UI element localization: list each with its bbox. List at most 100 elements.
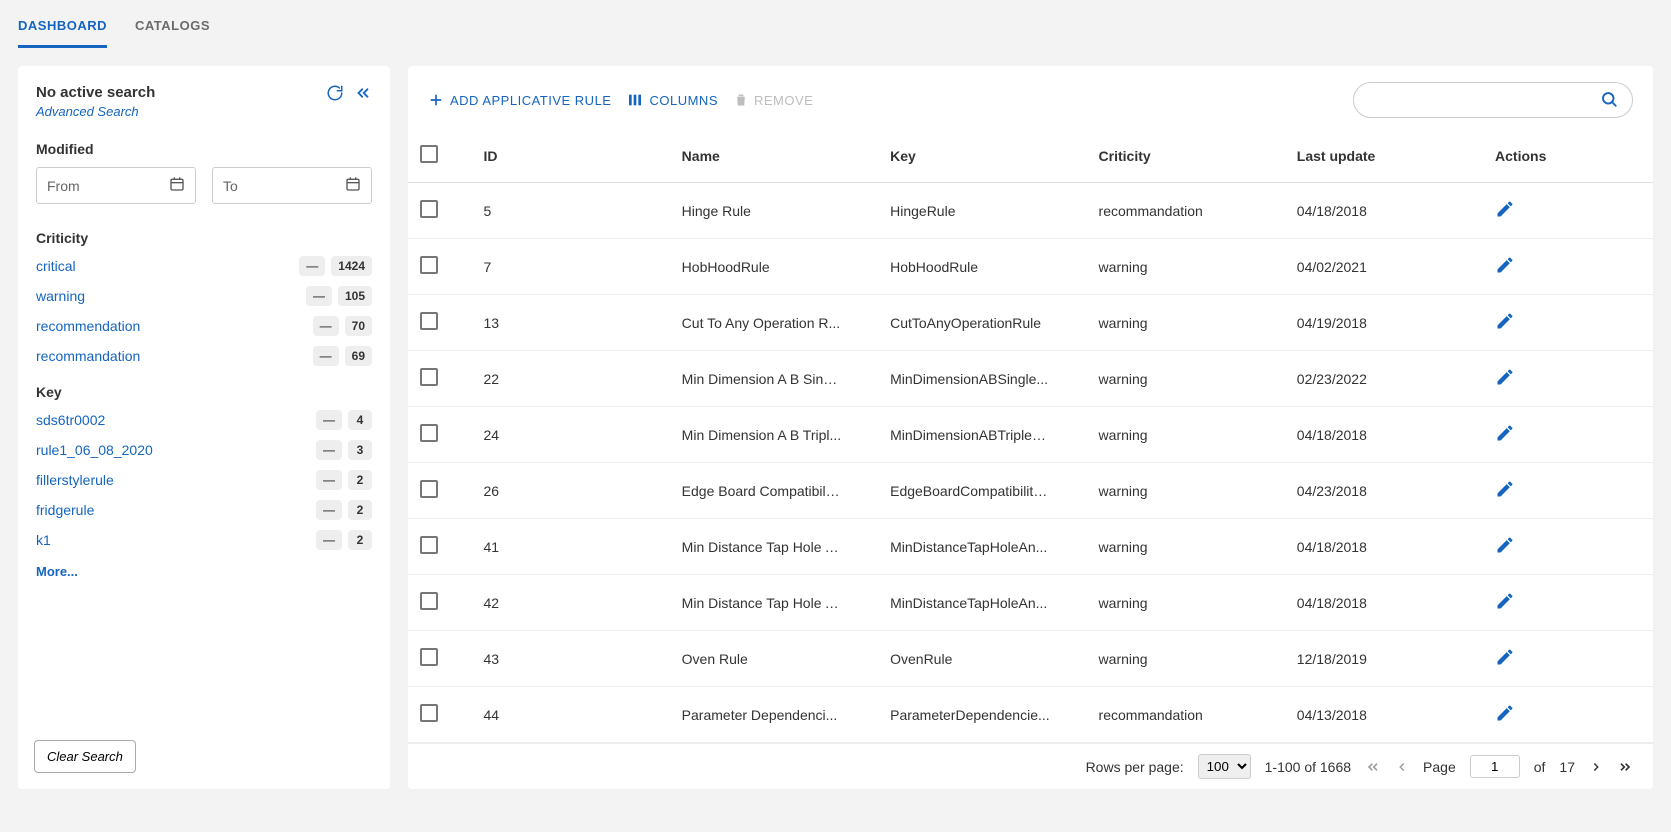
add-rule-button[interactable]: ADD APPLICATIVE RULE bbox=[428, 92, 611, 108]
col-key[interactable]: Key bbox=[878, 135, 1086, 183]
edit-icon[interactable] bbox=[1495, 255, 1515, 275]
facet-count: 2 bbox=[348, 470, 372, 490]
cell-key: HingeRule bbox=[890, 203, 1050, 219]
facet-exclude-button[interactable]: — bbox=[316, 440, 342, 460]
key-more-link[interactable]: More... bbox=[36, 564, 372, 579]
cell-date: 02/23/2022 bbox=[1297, 371, 1367, 387]
table-row[interactable]: 44Parameter Dependenci...ParameterDepend… bbox=[408, 687, 1653, 743]
cell-name: Min Distance Tap Hole A... bbox=[682, 595, 842, 611]
pager-prev-icon[interactable] bbox=[1395, 759, 1409, 775]
pager-page-input[interactable] bbox=[1470, 755, 1520, 778]
facet-item: rule1_06_08_2020—3 bbox=[36, 440, 372, 460]
facet-label[interactable]: warning bbox=[36, 288, 85, 304]
facet-label[interactable]: recommandation bbox=[36, 348, 140, 364]
pager-next-icon[interactable] bbox=[1589, 759, 1603, 775]
table-row[interactable]: 24Min Dimension A B Tripl...MinDimension… bbox=[408, 407, 1653, 463]
row-checkbox[interactable] bbox=[420, 704, 438, 722]
select-all-checkbox[interactable] bbox=[420, 145, 438, 163]
calendar-icon bbox=[345, 176, 361, 195]
facet-label[interactable]: fridgerule bbox=[36, 502, 94, 518]
refresh-icon[interactable] bbox=[326, 84, 344, 102]
facet-item: sds6tr0002—4 bbox=[36, 410, 372, 430]
search-icon[interactable] bbox=[1600, 90, 1618, 111]
edit-icon[interactable] bbox=[1495, 479, 1515, 499]
edit-icon[interactable] bbox=[1495, 535, 1515, 555]
date-to-input[interactable]: To bbox=[212, 167, 372, 204]
row-checkbox[interactable] bbox=[420, 200, 438, 218]
facet-exclude-button[interactable]: — bbox=[299, 256, 325, 276]
tab-dashboard[interactable]: DASHBOARD bbox=[18, 18, 107, 48]
cell-key: ParameterDependencie... bbox=[890, 707, 1050, 723]
edit-icon[interactable] bbox=[1495, 311, 1515, 331]
facet-label[interactable]: rule1_06_08_2020 bbox=[36, 442, 153, 458]
facet-exclude-button[interactable]: — bbox=[316, 470, 342, 490]
advanced-search-link[interactable]: Advanced Search bbox=[36, 104, 372, 119]
collapse-sidebar-icon[interactable] bbox=[354, 84, 372, 102]
table-row[interactable]: 42Min Distance Tap Hole A...MinDistanceT… bbox=[408, 575, 1653, 631]
cell-key: CutToAnyOperationRule bbox=[890, 315, 1050, 331]
cell-date: 04/18/2018 bbox=[1297, 539, 1367, 555]
search-input[interactable] bbox=[1368, 92, 1600, 108]
facet-exclude-button[interactable]: — bbox=[316, 410, 342, 430]
table-row[interactable]: 26Edge Board Compatibilit...EdgeBoardCom… bbox=[408, 463, 1653, 519]
facet-exclude-button[interactable]: — bbox=[316, 530, 342, 550]
add-rule-label: ADD APPLICATIVE RULE bbox=[450, 93, 611, 108]
facet-count: 2 bbox=[348, 500, 372, 520]
columns-button[interactable]: COLUMNS bbox=[627, 92, 718, 108]
tab-catalogs[interactable]: CATALOGS bbox=[135, 18, 210, 48]
cell-criticity: warning bbox=[1099, 539, 1148, 555]
facet-label[interactable]: fillerstylerule bbox=[36, 472, 114, 488]
table-scroll-area[interactable]: ID Name Key Criticity Last update Action… bbox=[408, 134, 1653, 743]
col-criticity[interactable]: Criticity bbox=[1087, 135, 1285, 183]
cell-key: MinDimensionABTripleC... bbox=[890, 427, 1050, 443]
date-from-input[interactable]: From bbox=[36, 167, 196, 204]
col-id[interactable]: ID bbox=[471, 135, 669, 183]
table-row[interactable]: 43Oven RuleOvenRulewarning12/18/2019 bbox=[408, 631, 1653, 687]
facet-label[interactable]: k1 bbox=[36, 532, 51, 548]
edit-icon[interactable] bbox=[1495, 367, 1515, 387]
edit-icon[interactable] bbox=[1495, 591, 1515, 611]
facet-item: fridgerule — 2 bbox=[36, 500, 372, 520]
cell-name: Parameter Dependenci... bbox=[682, 707, 842, 723]
table-row[interactable]: 7HobHoodRuleHobHoodRulewarning04/02/2021 bbox=[408, 239, 1653, 295]
row-checkbox[interactable] bbox=[420, 536, 438, 554]
row-checkbox[interactable] bbox=[420, 256, 438, 274]
cell-criticity: warning bbox=[1099, 595, 1148, 611]
row-checkbox[interactable] bbox=[420, 424, 438, 442]
rows-per-page-select[interactable]: 100 bbox=[1198, 754, 1251, 779]
facet-exclude-button[interactable]: — bbox=[313, 316, 339, 336]
cell-id: 22 bbox=[483, 371, 499, 387]
remove-label: REMOVE bbox=[754, 93, 813, 108]
row-checkbox[interactable] bbox=[420, 592, 438, 610]
table-row[interactable]: 13Cut To Any Operation R...CutToAnyOpera… bbox=[408, 295, 1653, 351]
facet-label[interactable]: sds6tr0002 bbox=[36, 412, 105, 428]
remove-button: REMOVE bbox=[734, 92, 813, 108]
pager-first-icon[interactable] bbox=[1365, 759, 1381, 775]
edit-icon[interactable] bbox=[1495, 199, 1515, 219]
cell-key: OvenRule bbox=[890, 651, 1050, 667]
row-checkbox[interactable] bbox=[420, 480, 438, 498]
facet-exclude-button[interactable]: — bbox=[313, 346, 339, 366]
facet-label[interactable]: critical bbox=[36, 258, 76, 274]
edit-icon[interactable] bbox=[1495, 703, 1515, 723]
facet-exclude-button[interactable]: — bbox=[306, 286, 332, 306]
date-to-placeholder: To bbox=[223, 178, 238, 194]
facet-exclude-button[interactable]: — bbox=[316, 500, 342, 520]
row-checkbox[interactable] bbox=[420, 312, 438, 330]
pager-last-icon[interactable] bbox=[1617, 759, 1633, 775]
row-checkbox[interactable] bbox=[420, 648, 438, 666]
edit-icon[interactable] bbox=[1495, 647, 1515, 667]
pager-total-pages: 17 bbox=[1559, 759, 1575, 775]
clear-search-button[interactable]: Clear Search bbox=[34, 740, 136, 773]
row-checkbox[interactable] bbox=[420, 368, 438, 386]
edit-icon[interactable] bbox=[1495, 423, 1515, 443]
cell-date: 04/18/2018 bbox=[1297, 595, 1367, 611]
table-row[interactable]: 22Min Dimension A B Singl...MinDimension… bbox=[408, 351, 1653, 407]
facet-label[interactable]: recommendation bbox=[36, 318, 140, 334]
cell-criticity: warning bbox=[1099, 315, 1148, 331]
col-last-update[interactable]: Last update bbox=[1285, 135, 1483, 183]
col-name[interactable]: Name bbox=[670, 135, 878, 183]
search-box[interactable] bbox=[1353, 82, 1633, 118]
table-row[interactable]: 41Min Distance Tap Hole A...MinDistanceT… bbox=[408, 519, 1653, 575]
table-row[interactable]: 5Hinge RuleHingeRulerecommandation04/18/… bbox=[408, 183, 1653, 239]
